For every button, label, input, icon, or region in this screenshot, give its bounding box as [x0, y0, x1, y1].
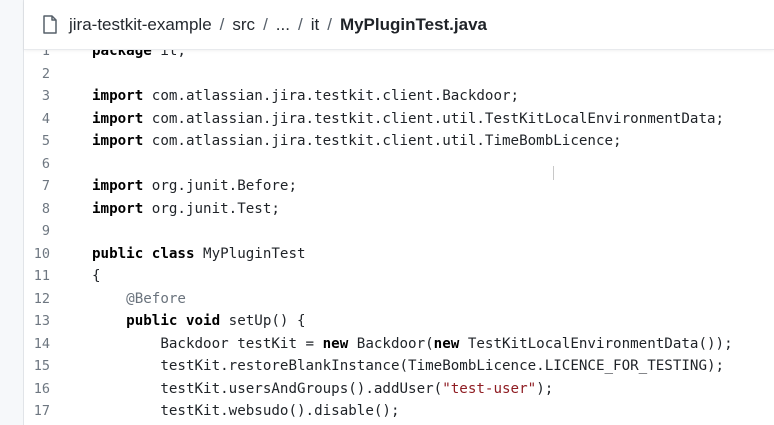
code-token: org.junit.Before; — [143, 178, 297, 194]
code-line: 2 — [24, 63, 774, 86]
code-annotation: @Before — [126, 290, 186, 307]
code-text: testKit.restoreBlankInstance(TimeBombLic… — [92, 355, 724, 378]
code-keyword: import — [92, 200, 144, 217]
code-text: import org.junit.Before; — [92, 175, 297, 198]
code-line: 16 testKit.usersAndGroups().addUser("tes… — [24, 378, 774, 401]
breadcrumb: jira-testkit-example / src / ... / it / … — [69, 15, 487, 35]
code-line: 12 @Before — [24, 288, 774, 311]
code-view[interactable]: 1 package it; 2 3 import com.atlassian.jira.… — [24, 34, 774, 425]
breadcrumb-ellipsis[interactable]: ... — [276, 15, 290, 35]
code-token: Backdoor testKit = — [92, 335, 323, 352]
code-line: 15 testKit.restoreBlankInstance(TimeBomb… — [24, 355, 774, 378]
breadcrumb-separator: / — [219, 14, 225, 34]
code-token: org.junit.Test; — [143, 200, 280, 217]
line-number[interactable]: 11 — [24, 265, 50, 288]
line-number[interactable]: 13 — [24, 310, 50, 333]
breadcrumb-current-file: MyPluginTest.java — [339, 14, 487, 34]
code-text: import com.atlassian.jira.testkit.client… — [92, 85, 519, 108]
code-text: public void setUp() { — [92, 310, 306, 333]
code-keyword: void — [185, 313, 221, 329]
line-number[interactable]: 16 — [24, 378, 50, 401]
code-line: 5 import com.atlassian.jira.testkit.clien… — [24, 130, 774, 153]
code-line: 7 import org.junit.Before; — [24, 175, 774, 198]
code-token: com.atlassian.jira.testkit.client.util.T… — [143, 133, 622, 149]
line-number[interactable]: 9 — [24, 220, 50, 243]
code-keyword: import — [92, 178, 144, 194]
code-token: { — [92, 268, 101, 284]
breadcrumb-separator: / — [263, 14, 268, 34]
code-token: ); — [536, 380, 554, 397]
code-line: 4 import com.atlassian.jira.testkit.clien… — [24, 108, 774, 131]
code-text: Backdoor testKit = new Backdoor(new Test… — [92, 333, 733, 356]
code-token: testKit.usersAndGroups().addUser( — [92, 380, 443, 397]
code-line: 13 public void setUp() { — [24, 310, 774, 333]
code-keyword: import — [92, 133, 144, 149]
line-number[interactable]: 7 — [24, 175, 50, 198]
code-line: 9 — [24, 220, 774, 243]
code-keyword: new — [322, 335, 349, 352]
code-token: testKit.websudo().disable(); — [92, 403, 400, 419]
code-string: "test-user" — [442, 380, 537, 397]
code-line: 6 — [24, 153, 774, 176]
code-text: import org.junit.Test; — [92, 198, 280, 221]
code-text: import com.atlassian.jira.testkit.client… — [92, 108, 724, 131]
code-token: setUp() { — [220, 313, 306, 329]
breadcrumb-it[interactable]: it — [311, 15, 320, 35]
line-number[interactable]: 15 — [24, 355, 50, 378]
code-keyword: public — [126, 313, 178, 329]
line-number[interactable]: 17 — [24, 400, 50, 423]
file-header: jira-testkit-example / src / ... / it / … — [24, 0, 774, 50]
code-token: testKit.restoreBlankInstance(TimeBombLic… — [92, 358, 725, 374]
code-keyword: import — [92, 88, 144, 104]
code-token: Backdoor( — [348, 335, 434, 352]
line-number[interactable]: 3 — [24, 85, 50, 108]
line-number[interactable]: 6 — [24, 153, 50, 176]
line-number[interactable]: 12 — [24, 288, 50, 311]
code-text: testKit.websudo().disable(); — [92, 400, 400, 423]
line-number[interactable]: 4 — [24, 108, 50, 131]
code-text: { — [92, 265, 101, 288]
breadcrumb-src[interactable]: src — [232, 15, 255, 35]
code-token: TestKitLocalEnvironmentData()); — [459, 335, 733, 352]
code-token: MyPluginTest — [194, 245, 306, 262]
file-icon — [43, 15, 57, 34]
left-gutter-strip — [0, 0, 24, 425]
code-keyword: public — [92, 245, 144, 262]
breadcrumb-separator: / — [297, 14, 303, 34]
code-keyword: class — [151, 245, 195, 262]
code-text: @Before — [92, 288, 186, 311]
line-number[interactable]: 10 — [24, 243, 50, 266]
code-text: import com.atlassian.jira.testkit.client… — [92, 130, 622, 153]
breadcrumb-repo[interactable]: jira-testkit-example — [69, 15, 212, 35]
code-line: 10 public class MyPluginTest — [24, 243, 774, 266]
code-text: testKit.usersAndGroups().addUser("test-u… — [92, 378, 553, 401]
code-token: com.atlassian.jira.testkit.client.util.T… — [143, 110, 725, 127]
code-line: 11 { — [24, 265, 774, 288]
text-cursor — [553, 166, 554, 180]
line-number[interactable]: 8 — [24, 198, 50, 221]
line-number[interactable]: 5 — [24, 130, 50, 153]
code-line: 14 Backdoor testKit = new Backdoor(new T… — [24, 333, 774, 356]
breadcrumb-separator: / — [327, 14, 332, 34]
code-keyword: import — [92, 110, 144, 127]
code-line: 17 testKit.websudo().disable(); — [24, 400, 774, 423]
line-number[interactable]: 14 — [24, 333, 50, 356]
code-keyword: new — [433, 335, 460, 352]
code-token: com.atlassian.jira.testkit.client.Backdo… — [143, 88, 520, 104]
code-text: public class MyPluginTest — [92, 243, 306, 266]
code-line: 3 import com.atlassian.jira.testkit.clien… — [24, 85, 774, 108]
line-number[interactable]: 2 — [24, 63, 50, 86]
code-line: 8 import org.junit.Test; — [24, 198, 774, 221]
